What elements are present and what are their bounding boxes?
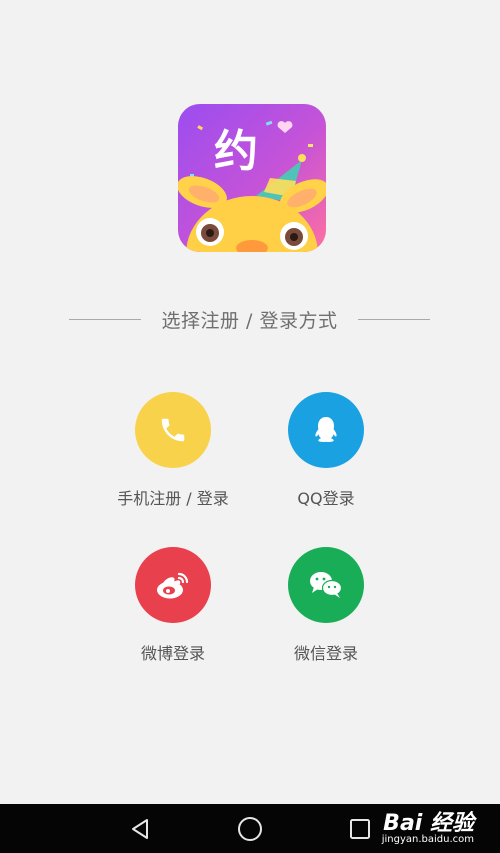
phone-icon bbox=[161, 418, 185, 442]
weibo-login-option[interactable]: 微博登录 bbox=[93, 547, 253, 664]
wechat-login-option[interactable]: 微信登录 bbox=[246, 547, 406, 664]
home-circle-icon bbox=[238, 816, 262, 841]
phone-login-option[interactable]: 手机注册 / 登录 bbox=[93, 392, 253, 509]
app-logo: 约 bbox=[178, 104, 326, 252]
wechat-login-button[interactable] bbox=[288, 547, 364, 623]
recent-square-icon bbox=[350, 818, 370, 839]
wechat-icon bbox=[310, 572, 343, 598]
divider-title: 选择注册 / 登录方式 bbox=[161, 310, 338, 332]
watermark-url: jingyan.baidu.com bbox=[381, 834, 474, 845]
watermark-brand: Bai 经验 bbox=[383, 811, 474, 836]
nav-back-button[interactable] bbox=[122, 804, 158, 853]
weibo-login-button[interactable] bbox=[135, 547, 211, 623]
qq-login-button[interactable] bbox=[288, 392, 364, 468]
weibo-login-label: 微博登录 bbox=[140, 644, 205, 663]
qq-penguin-icon bbox=[315, 417, 337, 442]
phone-login-button[interactable] bbox=[135, 392, 211, 468]
phone-login-label: 手机注册 / 登录 bbox=[117, 489, 229, 508]
login-method-divider: 选择注册 / 登录方式 bbox=[0, 304, 500, 336]
qq-login-option[interactable]: QQ登录 bbox=[246, 392, 406, 509]
nav-recent-button[interactable] bbox=[342, 804, 378, 853]
weibo-icon bbox=[157, 572, 189, 599]
divider-line-left bbox=[69, 319, 141, 320]
qq-login-label: QQ登录 bbox=[297, 489, 355, 508]
back-triangle-icon bbox=[132, 818, 148, 839]
app-logo-icon: 约 bbox=[178, 104, 326, 252]
divider-line-right bbox=[358, 319, 430, 320]
nav-home-button[interactable] bbox=[232, 804, 268, 853]
app-logo-glyph: 约 bbox=[214, 126, 258, 177]
wechat-login-label: 微信登录 bbox=[293, 644, 358, 663]
